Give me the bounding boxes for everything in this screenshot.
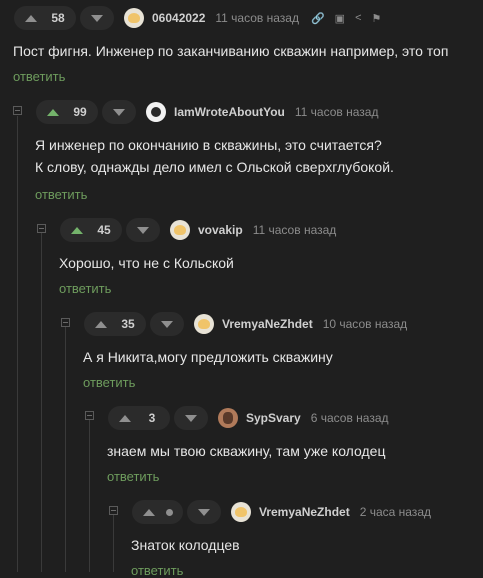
link-icon[interactable]: 🔗: [311, 12, 325, 25]
comment-author[interactable]: IamWroteAboutYou: [174, 105, 285, 119]
vote-control: 58: [14, 6, 76, 30]
collapse-button[interactable]: [109, 506, 118, 515]
comment-time[interactable]: 6 часов назад: [311, 411, 389, 425]
avatar[interactable]: [124, 8, 144, 28]
collapse-button[interactable]: [85, 411, 94, 420]
arrow-up-icon: [95, 320, 107, 328]
upvote-button[interactable]: [108, 414, 142, 422]
comment-text: А я Никита,могу предложить скважину: [83, 349, 333, 365]
reply-link[interactable]: ответить: [131, 563, 183, 578]
reply-link[interactable]: ответить: [107, 469, 159, 484]
thread-line: [65, 326, 66, 572]
downvote-button[interactable]: [187, 500, 221, 524]
collapse-button[interactable]: [13, 106, 22, 115]
vote-control: [132, 500, 183, 524]
arrow-up-icon: [119, 414, 131, 422]
flag-icon[interactable]: ⚑: [372, 12, 382, 25]
arrow-up-icon: [25, 14, 37, 22]
comment-author[interactable]: 06042022: [152, 11, 205, 25]
share-icon[interactable]: <: [355, 12, 361, 24]
arrow-down-icon: [198, 508, 210, 516]
downvote-button[interactable]: [174, 406, 208, 430]
comment-score: 3: [148, 411, 156, 425]
downvote-button[interactable]: [102, 100, 136, 124]
upvote-button[interactable]: [132, 508, 166, 516]
comment-text: знаем мы твою скважину, там уже колодец: [107, 443, 386, 459]
arrow-down-icon: [91, 14, 103, 22]
arrow-up-icon: [71, 226, 83, 234]
upvote-button[interactable]: [14, 14, 48, 22]
comment-text: Пост фигня. Инженер по заканчиванию сква…: [13, 43, 449, 59]
comment-time[interactable]: 11 часов назад: [295, 105, 379, 119]
collapse-button[interactable]: [61, 318, 70, 327]
collapse-button[interactable]: [37, 224, 46, 233]
comment-time[interactable]: 11 часов назад: [215, 11, 299, 25]
avatar[interactable]: [231, 502, 251, 522]
downvote-button[interactable]: [126, 218, 160, 242]
arrow-up-icon: [143, 508, 155, 516]
comment-score: 35: [121, 317, 135, 331]
comment-score: 58: [51, 11, 65, 25]
upvote-button[interactable]: [60, 226, 94, 234]
comment-author[interactable]: vovakip: [198, 223, 243, 237]
vote-control: 99: [36, 100, 98, 124]
avatar[interactable]: [170, 220, 190, 240]
vote-control: 35: [84, 312, 146, 336]
arrow-down-icon: [161, 320, 173, 328]
hidden-score-icon: [166, 508, 173, 516]
reply-link[interactable]: ответить: [13, 69, 65, 84]
comment-text: Я инженер по окончанию в скважины, это с…: [35, 137, 394, 175]
comment-score: 45: [97, 223, 111, 237]
reply-link[interactable]: ответить: [35, 187, 87, 202]
comment-time[interactable]: 11 часов назад: [253, 223, 337, 237]
comment-author[interactable]: SypSvary: [246, 411, 301, 425]
comment-author[interactable]: VremyaNeZhdet: [222, 317, 313, 331]
arrow-up-icon: [47, 108, 59, 116]
downvote-button[interactable]: [80, 6, 114, 30]
thread-line: [41, 232, 42, 572]
reply-link[interactable]: ответить: [83, 375, 135, 390]
downvote-button[interactable]: [150, 312, 184, 336]
save-icon[interactable]: ▣: [335, 12, 345, 25]
thread-line: [89, 420, 90, 572]
comment-text: Хорошо, что не с Кольской: [59, 255, 234, 271]
comment-time[interactable]: 2 часа назад: [360, 505, 431, 519]
reply-link[interactable]: ответить: [59, 281, 111, 296]
avatar[interactable]: [218, 408, 238, 428]
avatar[interactable]: [194, 314, 214, 334]
arrow-down-icon: [185, 414, 197, 422]
arrow-down-icon: [113, 108, 125, 116]
arrow-down-icon: [137, 226, 149, 234]
thread-line: [113, 514, 114, 572]
upvote-button[interactable]: [84, 320, 118, 328]
comment-time[interactable]: 10 часов назад: [323, 317, 407, 331]
vote-control: 45: [60, 218, 122, 242]
comment-author[interactable]: VremyaNeZhdet: [259, 505, 350, 519]
comment-text: Знаток колодцев: [131, 537, 240, 553]
avatar[interactable]: [146, 102, 166, 122]
comment-score: 99: [73, 105, 87, 119]
upvote-button[interactable]: [36, 108, 70, 116]
thread-line: [17, 116, 18, 572]
vote-control: 3: [108, 406, 170, 430]
